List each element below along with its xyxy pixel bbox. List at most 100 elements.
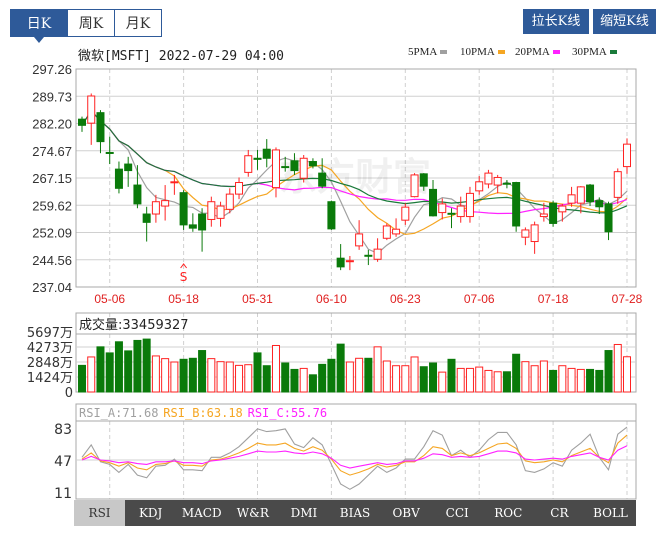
volume-bar (465, 367, 474, 393)
rsi-legend-rsi_c: RSI_C:55.76 (248, 406, 327, 420)
candle-body (558, 205, 567, 213)
chart-canvas[interactable]: 297.26 289.73 282.20 274.67 267.15 259.62 252.… (0, 0, 658, 536)
candle-body (484, 172, 493, 185)
indicator-tab-cci[interactable]: CCI (432, 500, 483, 526)
candle-body (133, 184, 142, 205)
candle-body (355, 233, 364, 247)
volume-bar (318, 363, 327, 393)
volume-bar (114, 341, 123, 393)
rsi-line-rsi_a (81, 426, 628, 490)
volume-bar (539, 360, 548, 393)
candle-body (373, 248, 382, 260)
candle-body (595, 200, 604, 208)
volume-bar (419, 366, 428, 393)
indicator-tab-boll[interactable]: BOLL (585, 500, 636, 526)
volume-bar (493, 371, 502, 393)
candle-body (225, 193, 234, 210)
date-tick-label: 07-28 (612, 292, 643, 306)
indicator-tab-obv[interactable]: OBV (381, 500, 432, 526)
candle-body (586, 184, 595, 203)
candle-body (198, 213, 207, 231)
candle-body (96, 112, 105, 143)
candle-body (327, 201, 336, 230)
volume-tick-label: 0 (65, 386, 73, 401)
volume-bar (188, 357, 197, 393)
candle-body (493, 176, 502, 186)
date-tick-label: 07-18 (538, 292, 569, 306)
volume-bar (484, 369, 493, 393)
candle-body (336, 257, 345, 268)
volume-bar (410, 356, 419, 393)
indicator-tab-roc[interactable]: ROC (483, 500, 534, 526)
volume-bar (105, 352, 114, 393)
volume-bar (216, 361, 225, 393)
indicator-tab-macd[interactable]: MACD (176, 500, 227, 526)
volume-bar (613, 343, 622, 393)
candle-body (502, 182, 511, 185)
candle-body (151, 201, 160, 215)
candle-body (290, 160, 299, 172)
date-tick-label: 07-06 (464, 292, 495, 306)
price-tick-label: 252.09 (32, 226, 72, 241)
volume-bar (271, 344, 280, 393)
candle-body (161, 200, 170, 207)
price-tick-label: 259.62 (32, 198, 72, 213)
volume-bar (96, 346, 105, 393)
indicator-tab-rsi[interactable]: RSI (74, 500, 126, 526)
price-tick-label: 244.56 (32, 253, 72, 268)
candle-body (401, 206, 410, 221)
rsi-line-rsi_b (81, 434, 628, 476)
indicator-tab-dmi[interactable]: DMI (278, 500, 329, 526)
volume-tick-label: 1424万 (27, 371, 73, 386)
rsi-tick-label: 83 (54, 422, 72, 438)
indicator-tab-bias[interactable]: BIAS (329, 500, 380, 526)
rsi-panel-frame (75, 403, 637, 500)
volume-bar (327, 358, 336, 393)
indicator-tab-wr[interactable]: W&R (227, 500, 278, 526)
stock-chart-widget: 日K 周K 月K 拉长K线 缩短K线 微软[MSFT] 2022-07-29 0… (0, 0, 658, 536)
volume-bar (355, 357, 364, 393)
candle-body (456, 205, 465, 218)
volume-bar (151, 355, 160, 393)
volume-bar (586, 368, 595, 393)
volume-bar (207, 358, 216, 393)
date-tick-label: 05-06 (94, 292, 125, 306)
candle-body (364, 254, 373, 257)
candle-body (438, 203, 447, 214)
candle-body (281, 166, 290, 169)
volume-bar (262, 365, 271, 393)
candle-body (623, 143, 631, 168)
volume-tick-label: 2848万 (27, 356, 73, 371)
candle-body (271, 149, 280, 189)
volume-bar (124, 350, 133, 393)
date-tick-label: 05-18 (168, 292, 199, 306)
price-tick-label: 297.26 (32, 62, 72, 77)
date-tick-label: 06-23 (390, 292, 421, 306)
candle-body (114, 168, 123, 189)
volume-bar (345, 361, 354, 393)
candle-body (170, 181, 179, 184)
candle-body (512, 182, 521, 227)
candle-body (345, 260, 354, 263)
indicator-tab-cr[interactable]: CR (534, 500, 585, 526)
volume-bar (198, 350, 207, 393)
volume-bar (244, 364, 253, 393)
candle-body (521, 229, 530, 238)
price-tick-label: 282.20 (32, 117, 72, 132)
volume-bar (308, 374, 317, 393)
volume-bar (604, 350, 613, 393)
candle-body (318, 172, 327, 187)
rsi-tick-label: 11 (54, 486, 72, 502)
volume-bar (567, 367, 576, 393)
candle-body (179, 192, 188, 226)
candle-body (465, 192, 474, 218)
indicator-tab-kdj[interactable]: KDJ (125, 500, 176, 526)
candle-body (382, 225, 391, 239)
volume-bar (78, 364, 86, 393)
candle-body (78, 118, 86, 126)
volume-bar (170, 361, 179, 393)
volume-bar (595, 369, 604, 393)
candle-body (87, 95, 96, 124)
candle-body (308, 161, 317, 167)
date-tick-label: 05-31 (242, 292, 273, 306)
